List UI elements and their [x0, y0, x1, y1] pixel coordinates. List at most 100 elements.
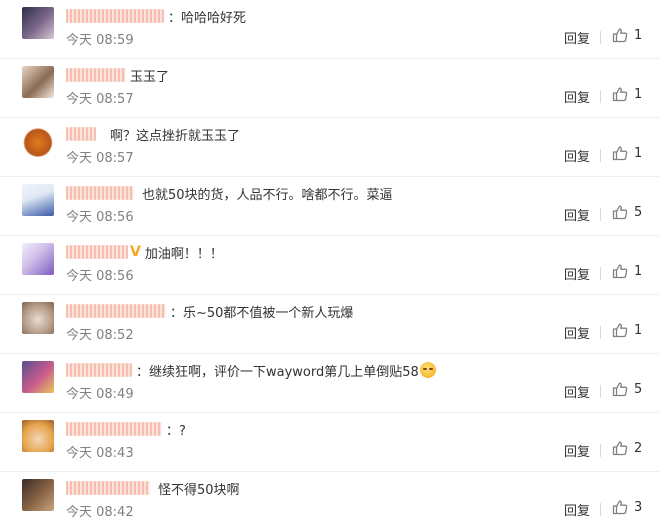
- divider: [600, 385, 601, 398]
- timestamp: 今天 08:57: [66, 151, 134, 166]
- username-link[interactable]: [66, 127, 96, 141]
- avatar[interactable]: [22, 361, 54, 393]
- reply-button[interactable]: 回复: [564, 382, 590, 401]
- timestamp: 今天 08:49: [66, 387, 134, 402]
- thumbs-up-icon: [612, 28, 628, 43]
- comment-item: 怪不得50块啊 今天 08:42 回复 3: [0, 472, 660, 531]
- avatar[interactable]: [22, 420, 54, 452]
- comment-text: 加油啊！！！: [144, 246, 223, 262]
- username-link[interactable]: [66, 363, 132, 377]
- divider: [600, 267, 601, 280]
- like-button[interactable]: 5: [612, 381, 642, 397]
- comment-line: 啊？这点挫折就玉玉了: [66, 123, 240, 145]
- timestamp: 今天 08:52: [66, 328, 134, 343]
- thumbs-up-icon: [612, 323, 628, 338]
- reply-button[interactable]: 回复: [564, 87, 590, 106]
- divider: [600, 444, 601, 457]
- thumbs-up-icon: [612, 146, 628, 161]
- avatar[interactable]: [22, 302, 54, 334]
- comment-text: ：哈哈哈好死: [168, 10, 247, 26]
- timestamp: 今天 08:57: [66, 92, 134, 107]
- username-link[interactable]: [66, 304, 166, 318]
- comment-text: ：?: [166, 423, 186, 439]
- username-link[interactable]: [66, 186, 134, 200]
- divider: [600, 90, 601, 103]
- like-button[interactable]: 1: [612, 322, 642, 338]
- like-button[interactable]: 1: [612, 263, 642, 279]
- avatar[interactable]: [22, 243, 54, 275]
- reply-button[interactable]: 回复: [564, 323, 590, 342]
- username-link[interactable]: [66, 481, 150, 495]
- comment-item: 啊？这点挫折就玉玉了 今天 08:57 回复 1: [0, 118, 660, 177]
- like-count: 5: [634, 204, 643, 220]
- comment-text: 也就50块的货，人品不行。啥都不行。菜逼: [142, 187, 393, 203]
- like-count: 3: [634, 499, 643, 515]
- like-count: 1: [634, 145, 643, 161]
- avatar[interactable]: [22, 7, 54, 39]
- divider: [600, 326, 601, 339]
- avatar[interactable]: [22, 479, 54, 511]
- comment-item: ：? 今天 08:43 回复 2: [0, 413, 660, 472]
- reply-button[interactable]: 回复: [564, 264, 590, 283]
- comment-line: ：乐~50都不值被一个新人玩爆: [66, 300, 353, 322]
- like-button[interactable]: 1: [612, 27, 642, 43]
- thumbs-up-icon: [612, 264, 628, 279]
- comment-line: 也就50块的货，人品不行。啥都不行。菜逼: [66, 182, 393, 204]
- username-link[interactable]: [66, 9, 164, 23]
- like-button[interactable]: 2: [612, 440, 642, 456]
- comment-line: V 加油啊！！！: [66, 241, 223, 263]
- divider: [600, 208, 601, 221]
- thumbs-up-icon: [612, 382, 628, 397]
- comment-item: 玉玉了 今天 08:57 回复 1: [0, 59, 660, 118]
- timestamp: 今天 08:59: [66, 33, 134, 48]
- like-count: 5: [634, 381, 643, 397]
- comment-line: ：继续狂啊，评价一下wayword第几上单倒贴58: [66, 359, 436, 381]
- reply-button[interactable]: 回复: [564, 205, 590, 224]
- comment-item: ：继续狂啊，评价一下wayword第几上单倒贴58 今天 08:49 回复 5: [0, 354, 660, 413]
- comment-line: ：哈哈哈好死: [66, 5, 246, 27]
- timestamp: 今天 08:43: [66, 446, 134, 461]
- like-button[interactable]: 3: [612, 499, 642, 515]
- divider: [600, 31, 601, 44]
- like-count: 2: [634, 440, 643, 456]
- comment-text: ：继续狂啊，评价一下wayword第几上单倒贴58: [136, 364, 419, 380]
- thumbs-up-icon: [612, 87, 628, 102]
- divider: [600, 149, 601, 162]
- comment-text: 怪不得50块啊: [158, 482, 240, 498]
- like-button[interactable]: 1: [612, 86, 642, 102]
- avatar[interactable]: [22, 66, 54, 98]
- comment-item: 也就50块的货，人品不行。啥都不行。菜逼 今天 08:56 回复 5: [0, 177, 660, 236]
- username-link[interactable]: [66, 245, 128, 259]
- timestamp: 今天 08:56: [66, 269, 134, 284]
- timestamp: 今天 08:42: [66, 505, 134, 520]
- comment-item: ：乐~50都不值被一个新人玩爆 今天 08:52 回复 1: [0, 295, 660, 354]
- thumbs-up-icon: [612, 441, 628, 456]
- comment-item: V 加油啊！！！ 今天 08:56 回复 1: [0, 236, 660, 295]
- avatar[interactable]: [22, 184, 54, 216]
- comment-text: 啊？这点挫折就玉玉了: [110, 128, 241, 144]
- comment-line: 玉玉了: [66, 64, 169, 86]
- like-count: 1: [634, 263, 643, 279]
- username-link[interactable]: [66, 68, 126, 82]
- comment-line: ：?: [66, 418, 186, 440]
- comment-item: ：哈哈哈好死 今天 08:59 回复 1: [0, 0, 660, 59]
- comment-text: ：乐~50都不值被一个新人玩爆: [170, 305, 354, 321]
- smug-face-emoji-icon: [419, 362, 436, 378]
- like-count: 1: [634, 322, 643, 338]
- reply-button[interactable]: 回复: [564, 441, 590, 460]
- username-link[interactable]: [66, 422, 162, 436]
- comment-feed: ：哈哈哈好死 今天 08:59 回复 1 玉玉了 今天 08:57 回复 1 啊…: [0, 0, 660, 525]
- thumbs-up-icon: [612, 205, 628, 220]
- comment-line: 怪不得50块啊: [66, 477, 240, 499]
- verified-badge-icon: V: [130, 244, 141, 260]
- reply-button[interactable]: 回复: [564, 500, 590, 519]
- thumbs-up-icon: [612, 500, 628, 515]
- like-button[interactable]: 5: [612, 204, 642, 220]
- like-button[interactable]: 1: [612, 145, 642, 161]
- divider: [600, 503, 601, 516]
- avatar[interactable]: [22, 125, 54, 157]
- like-count: 1: [634, 27, 643, 43]
- reply-button[interactable]: 回复: [564, 146, 590, 165]
- reply-button[interactable]: 回复: [564, 28, 590, 47]
- like-count: 1: [634, 86, 643, 102]
